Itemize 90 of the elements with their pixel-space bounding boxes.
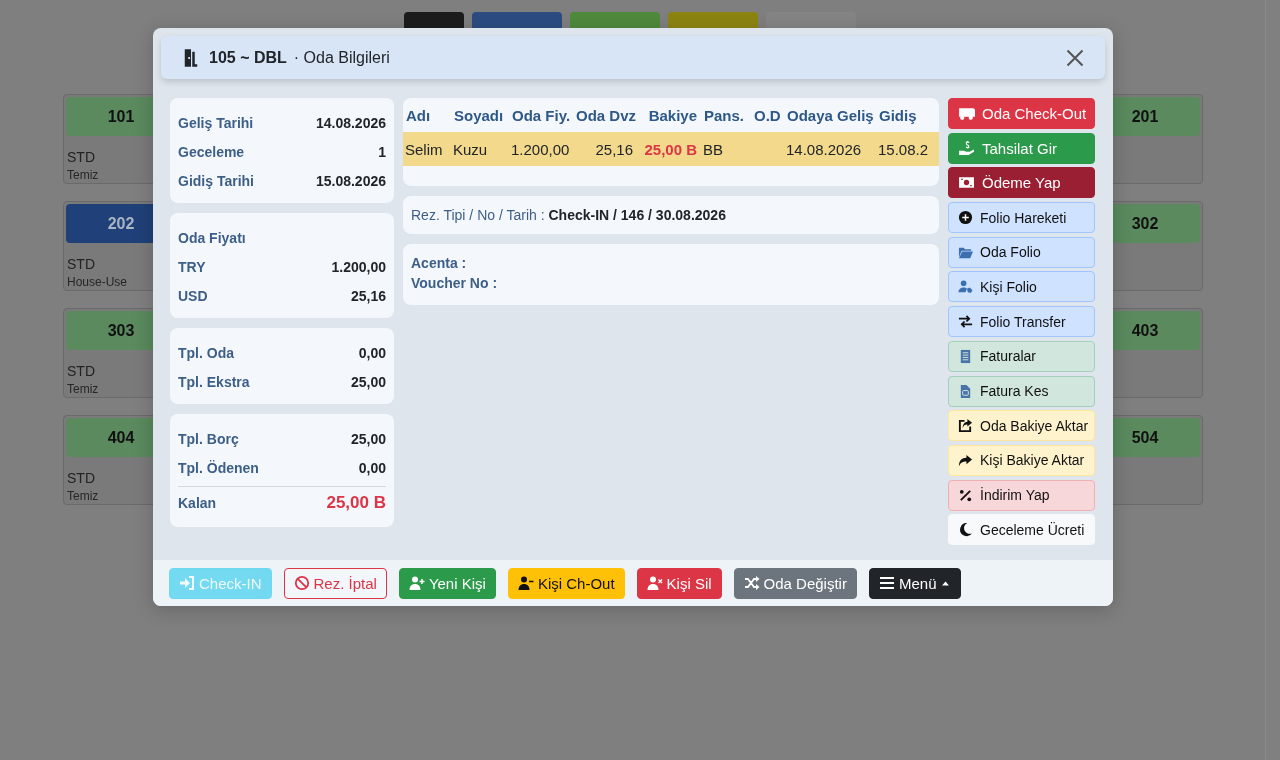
ban-icon [293, 575, 310, 591]
action-button[interactable]: Kişi Bakiye Aktar [948, 444, 1095, 476]
exchange-arrows-icon [958, 314, 973, 330]
user-plus-icon [408, 575, 425, 591]
field-label: Geliş Tarihi [178, 114, 254, 131]
table-cell-text: Selim [404, 140, 444, 158]
field-label: Kalan [178, 495, 217, 511]
action-button[interactable]: Oda Folio [948, 236, 1095, 268]
user-tag-icon [958, 279, 973, 295]
action-button[interactable]: Tahsilat Gir [948, 132, 1095, 164]
action-button[interactable]: İndirim Yap [948, 479, 1095, 511]
column-header[interactable]: Soyadı [451, 106, 509, 124]
forward-arrow-icon [958, 452, 973, 468]
column-header[interactable]: Oda Dvz [573, 106, 637, 124]
field-label: Gidiş Tarihi [178, 172, 254, 189]
action-button[interactable]: Oda Bakiye Aktar [948, 410, 1095, 442]
footer-button[interactable]: Kişi Sil [636, 567, 722, 599]
balance-value: 25,00 B [326, 493, 386, 513]
section-heading: Oda Fiyatı [178, 229, 246, 246]
action-button[interactable]: Faturalar [948, 340, 1095, 372]
column-header[interactable]: Adı [403, 106, 451, 124]
share-box-icon [958, 418, 973, 434]
receipt-icon [958, 348, 973, 364]
room-status: House-Use [67, 275, 128, 289]
dialog-title: · Oda Bilgileri [293, 48, 391, 67]
room-type: STD [67, 149, 95, 165]
field-label: USD [178, 287, 208, 304]
field-label: Voucher No : [411, 275, 499, 291]
footer-button[interactable]: Rez. İptal [283, 567, 387, 599]
table-cell-text: Kuzu [452, 140, 489, 158]
field-label: Tpl. Ödenen [178, 459, 259, 476]
field-value: 15.08.2026 [315, 172, 386, 189]
table-cell-text: 15.08.2 [877, 140, 930, 158]
action-button[interactable]: Folio Transfer [948, 306, 1095, 338]
room-status: Temiz [67, 168, 99, 182]
room-status: Temiz [67, 382, 99, 396]
column-header[interactable]: Odaya Geliş [784, 106, 876, 124]
room-type: STD [67, 470, 95, 486]
field-label: TRY [178, 258, 206, 275]
field-value: 14.08.2026 [315, 114, 386, 131]
sign-in-icon [179, 575, 195, 591]
table-cell-text: 14.08.2026 [785, 140, 863, 158]
room-status: Temiz [67, 489, 99, 503]
field-value: 25,16 [350, 287, 386, 304]
field-value: 1 [378, 143, 386, 160]
footer-button[interactable]: Yeni Kişi [398, 567, 496, 599]
room-type: STD [67, 256, 95, 272]
guest-row[interactable]: Selim Kuzu 1.200,00 25,16 25,00 B BB 14.08.2026 15.08.2 [403, 132, 939, 166]
action-button[interactable]: Oda Check-Out [948, 98, 1095, 129]
field-label: Tpl. Borç [178, 430, 239, 447]
field-label: Tpl. Oda [178, 344, 234, 361]
column-header[interactable]: O.D [751, 106, 784, 124]
action-button[interactable]: Fatura Kes [948, 375, 1095, 407]
room-type: STD [67, 363, 95, 379]
action-button[interactable]: Geceleme Ücreti [948, 514, 1095, 546]
plus-circle-icon [958, 210, 973, 226]
footer-button[interactable]: Kişi Ch-Out [507, 567, 625, 599]
field-value: 0,00 [358, 459, 386, 476]
document-icon [958, 383, 973, 399]
percent-icon [958, 487, 973, 503]
table-cell-text: 25,00 B [643, 140, 698, 158]
field-label: Acenta : [411, 255, 468, 271]
user-minus-icon [517, 575, 534, 591]
table-cell-text: BB [702, 140, 724, 158]
bus-icon [958, 105, 975, 122]
footer-button[interactable]: Menü [868, 567, 962, 599]
footer-button[interactable]: Oda Değiştir [733, 567, 857, 599]
field-value: 25,00 [350, 373, 386, 390]
hand-coin-icon [958, 139, 975, 157]
menu-icon [878, 575, 895, 591]
field-label: Geceleme [178, 143, 245, 160]
close-icon [1065, 47, 1085, 68]
shuffle-icon [743, 575, 760, 591]
action-button[interactable]: Kişi Folio [948, 271, 1095, 303]
user-remove-icon [646, 575, 663, 591]
column-header[interactable]: Gidiş [876, 106, 939, 124]
field-label: Tpl. Ekstra [178, 373, 250, 390]
moon-icon [958, 522, 973, 538]
column-header[interactable]: Pans. [701, 106, 751, 124]
table-cell-text: 1.200,00 [510, 140, 571, 158]
field-value: 25,00 [350, 430, 386, 447]
table-cell-text: 25,16 [594, 140, 634, 158]
action-button[interactable]: Ödeme Yap [948, 167, 1095, 199]
action-button[interactable]: Folio Hareketi [948, 202, 1095, 234]
column-header[interactable]: Bakiye [637, 106, 701, 124]
column-header[interactable]: Oda Fiy. [509, 106, 573, 124]
field-value: 0,00 [358, 344, 386, 361]
reservation-info: Rez. Tipi / No / Tarih : Check-IN / 146 / 30.08.2026 [403, 196, 939, 234]
field-value: 1.200,00 [331, 258, 386, 275]
room-title: 105 ~ DBL [209, 48, 287, 67]
